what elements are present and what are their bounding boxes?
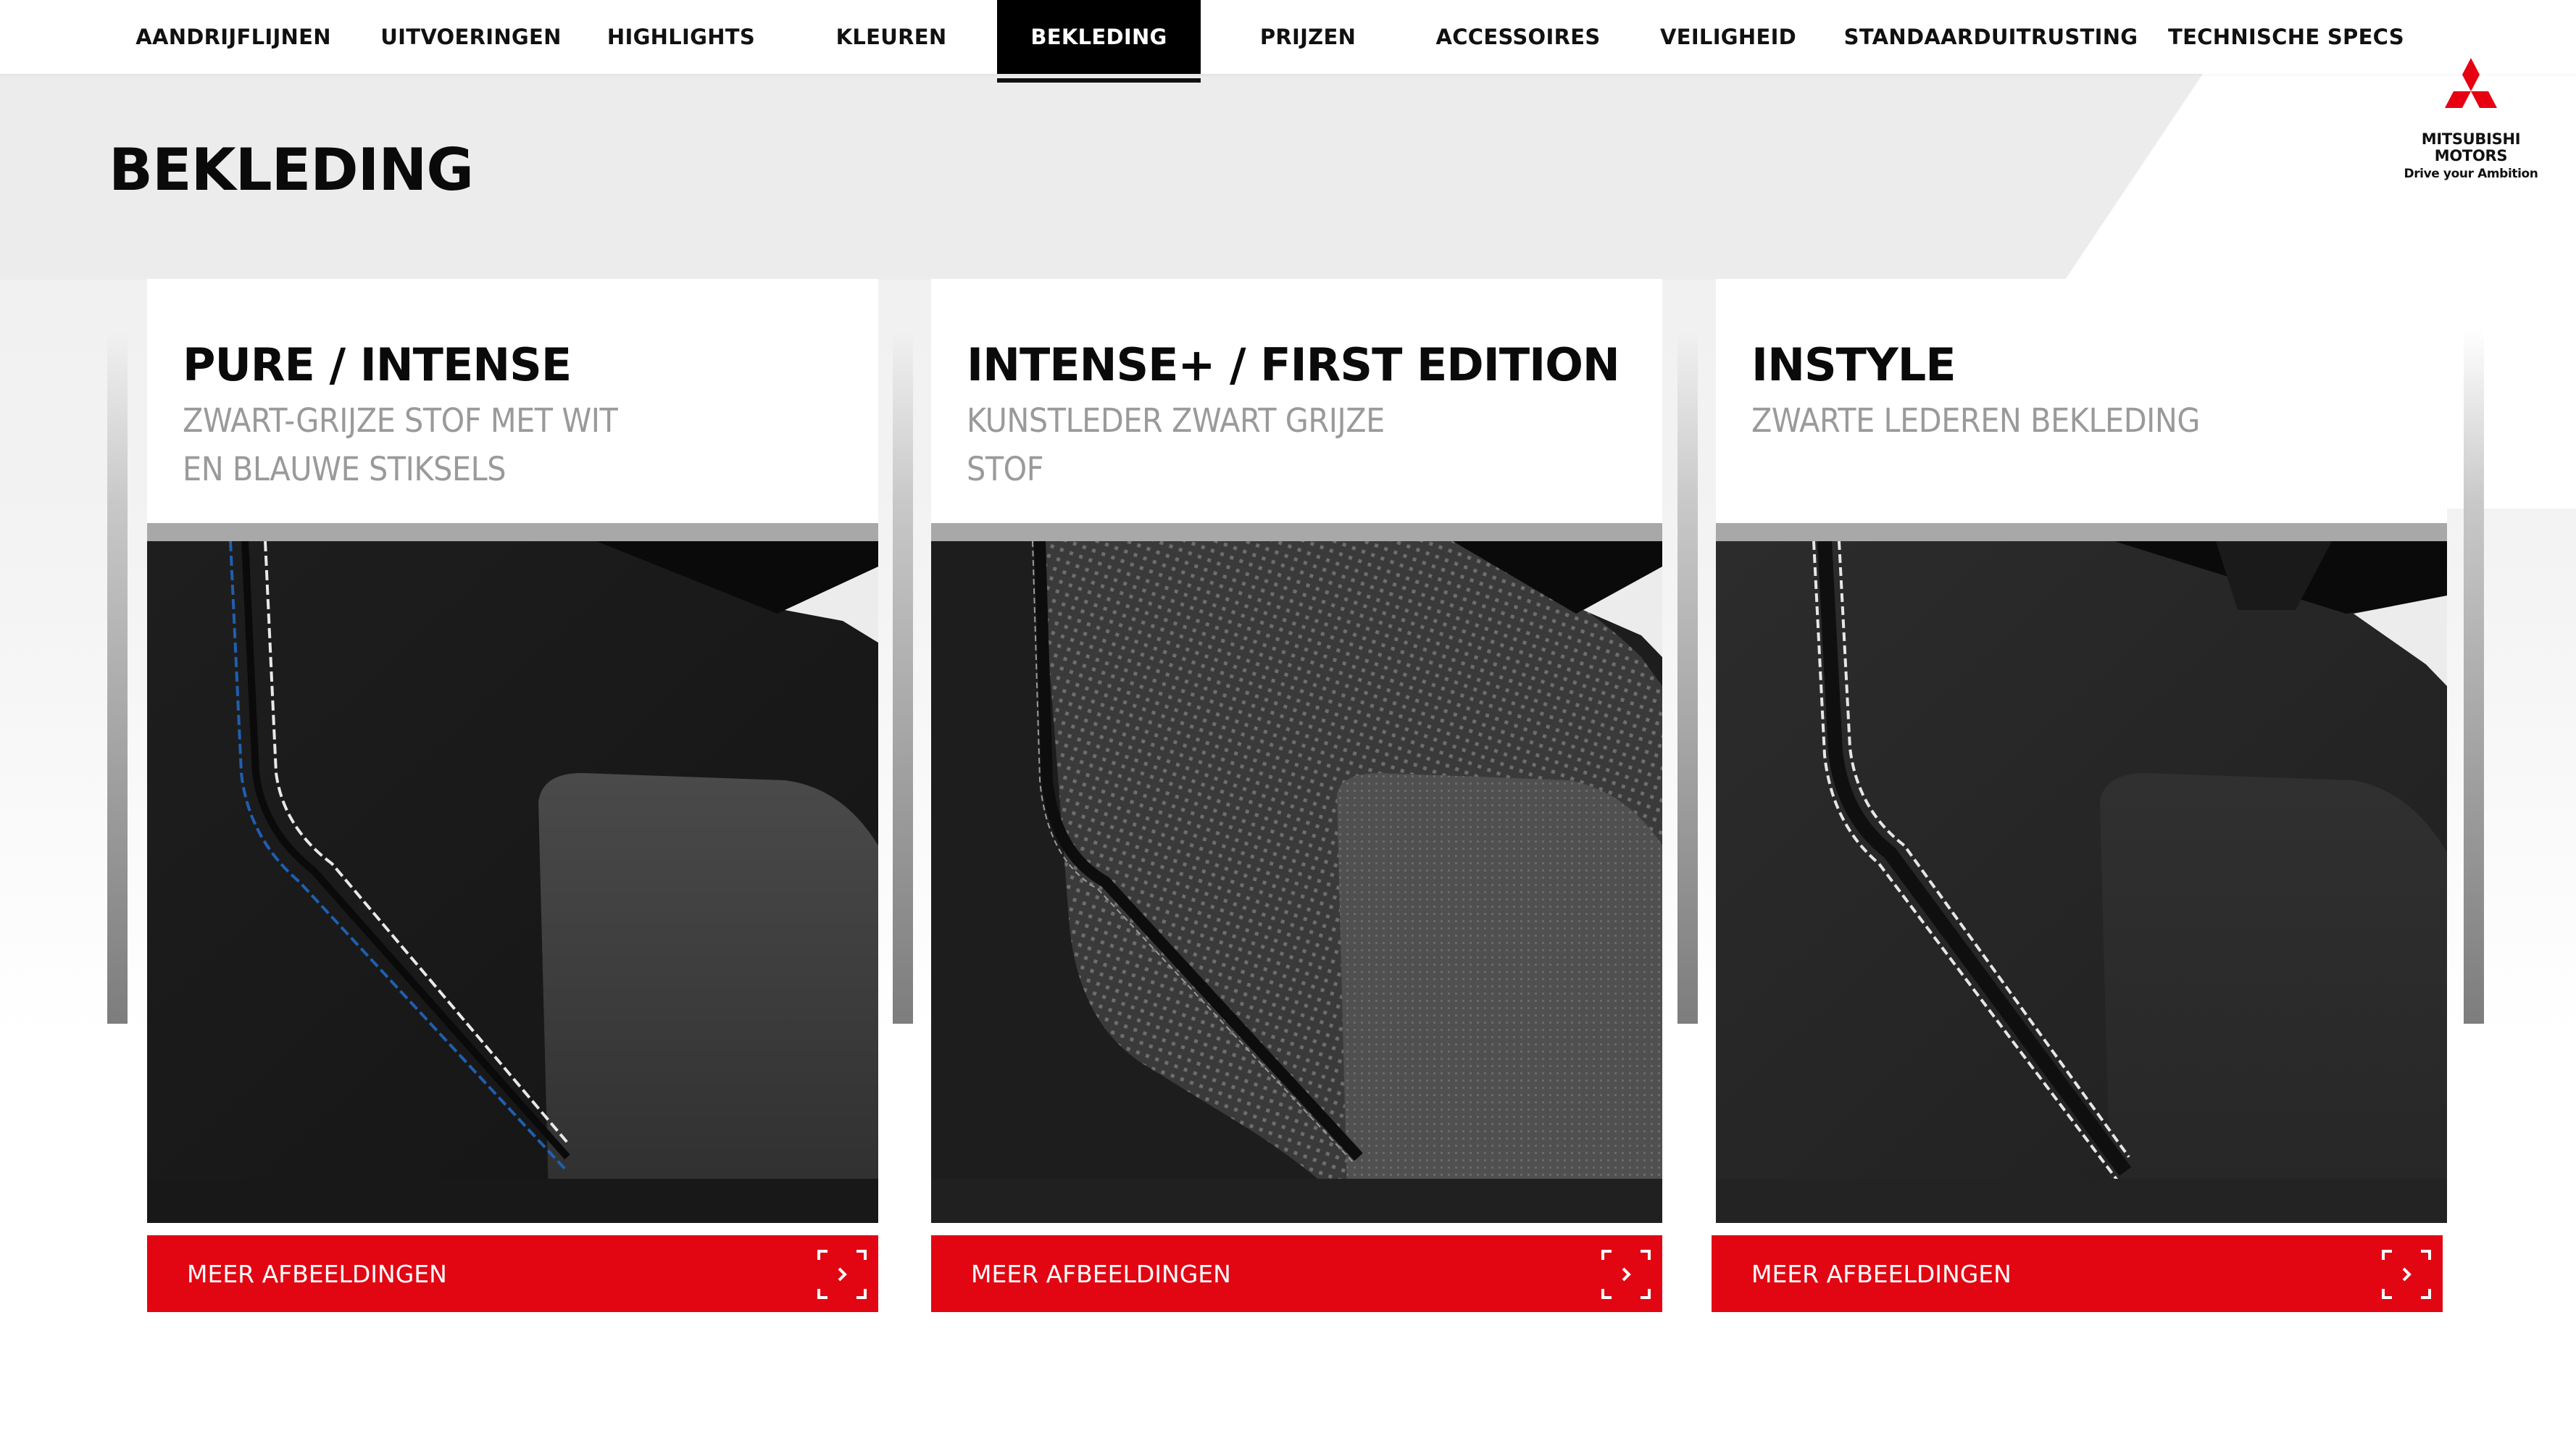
card-side-accent [1677,330,1698,1024]
nav-item-aandrijflijnen[interactable]: AANDRIJFLIJNEN [125,0,342,74]
seat-fabric-image [147,541,878,1223]
upholstery-card-intense-plus-first-edition: INTENSE+ / FIRST EDITION KUNSTLEDER ZWAR… [931,279,1662,1223]
seat-image[interactable] [931,541,1662,1223]
page-title: BEKLEDING [109,136,474,204]
nav-item-bekleding[interactable]: BEKLEDING [997,0,1201,74]
more-images-label: MEER AFBEELDINGEN [187,1259,447,1288]
card-side-accent [107,330,128,1024]
more-images-button[interactable]: MEER AFBEELDINGEN [1712,1235,2443,1312]
nav-item-accessoires[interactable]: ACCESSOIRES [1420,0,1616,74]
logo-tagline: Drive your Ambition [2404,167,2538,181]
card-title: INTENSE+ / FIRST EDITION [967,338,1620,391]
nav-item-highlights[interactable]: HIGHLIGHTS [594,0,768,74]
upholstery-card-pure-intense: PURE / INTENSE ZWART-GRIJZE STOF MET WIT… [147,279,878,1223]
nav-item-technische-specs[interactable]: TECHNISCHE SPECS [2163,0,2409,74]
seat-leather-image [1716,541,2447,1223]
expand-arrow-icon [2382,1250,2431,1299]
card-side-accent [2464,330,2484,1024]
card-header: INTENSE+ / FIRST EDITION KUNSTLEDER ZWAR… [931,279,1662,523]
seat-image[interactable] [147,541,878,1223]
card-subtitle: KUNSTLEDER ZWART GRIJZE STOF [967,401,1385,488]
card-subtitle: ZWARTE LEDEREN BEKLEDING [1751,401,2201,440]
card-title: INSTYLE [1751,338,1956,391]
three-diamonds-icon [2445,58,2497,108]
top-navigation: AANDRIJFLIJNEN UITVOERINGEN HIGHLIGHTS K… [0,0,2576,74]
nav-item-veiligheid[interactable]: VEILIGHEID [1645,0,1812,74]
more-images-button[interactable]: MEER AFBEELDINGEN [147,1235,878,1312]
nav-item-standaarduitrusting[interactable]: STANDAARDUITRUSTING [1844,0,2138,74]
seat-fabric-image [931,541,1662,1223]
nav-item-kleuren[interactable]: KLEUREN [812,0,971,74]
more-images-label: MEER AFBEELDINGEN [1751,1259,2012,1288]
logo-brand-text: MITSUBISHI [2421,130,2521,148]
upholstery-card-instyle: INSTYLE ZWARTE LEDEREN BEKLEDING [1716,279,2447,1223]
more-images-button[interactable]: MEER AFBEELDINGEN [931,1235,1662,1312]
logo-motors-text: MOTORS [2434,147,2508,164]
card-divider-strip [931,523,1662,541]
card-subtitle: ZWART-GRIJZE STOF MET WIT EN BLAUWE STIK… [183,401,618,488]
card-header: PURE / INTENSE ZWART-GRIJZE STOF MET WIT… [147,279,878,523]
mitsubishi-logo[interactable]: MITSUBISHI MOTORS Drive your Ambition [2391,58,2551,196]
card-divider-strip [1716,523,2447,541]
seat-image[interactable] [1716,541,2447,1223]
expand-arrow-icon [817,1250,867,1299]
expand-arrow-icon [1601,1250,1651,1299]
card-divider-strip [147,523,878,541]
card-side-accent [893,330,913,1024]
nav-item-prijzen[interactable]: PRIJZEN [1232,0,1384,74]
card-title: PURE / INTENSE [183,338,572,391]
active-tab-indicator [997,78,1201,83]
nav-item-uitvoeringen[interactable]: UITVOERINGEN [370,0,572,74]
more-images-label: MEER AFBEELDINGEN [971,1259,1231,1288]
card-header: INSTYLE ZWARTE LEDEREN BEKLEDING [1716,279,2447,523]
